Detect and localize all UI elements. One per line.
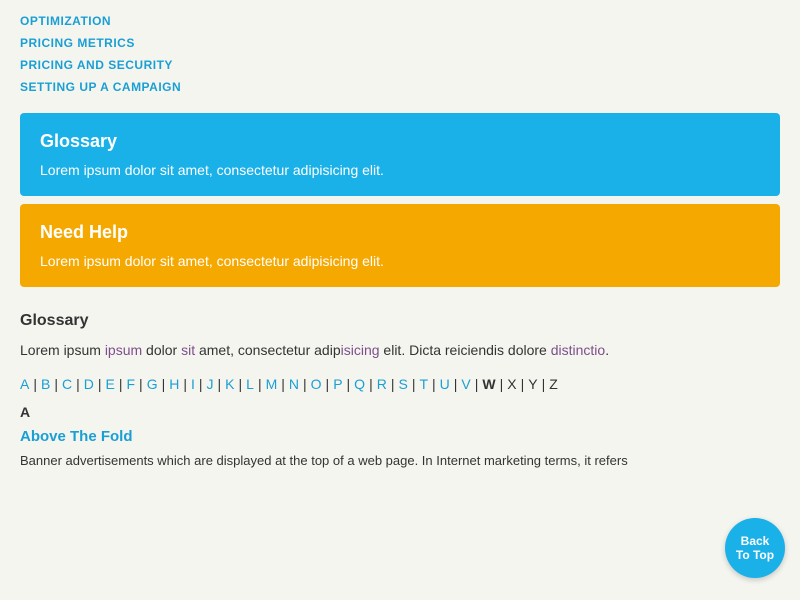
glossary-desc-word3: isicing xyxy=(341,342,380,358)
alpha-a[interactable]: A xyxy=(20,376,29,392)
alpha-o[interactable]: O xyxy=(311,376,322,392)
alpha-s[interactable]: S xyxy=(398,376,407,392)
alpha-j[interactable]: J xyxy=(207,376,214,392)
alpha-f[interactable]: F xyxy=(126,376,135,392)
need-help-card-title: Need Help xyxy=(40,222,760,243)
alpha-x: X xyxy=(507,376,516,392)
alpha-w[interactable]: W xyxy=(482,376,495,392)
nav-link-pricing-metrics[interactable]: PRICING METRICS xyxy=(20,32,780,54)
cards-section: Glossary Lorem ipsum dolor sit amet, con… xyxy=(0,103,800,297)
back-to-top-line2: To Top xyxy=(736,548,774,562)
nav-link-campaign[interactable]: SETTING UP A CAMPAIGN xyxy=(20,76,780,98)
alpha-t[interactable]: T xyxy=(419,376,428,392)
alpha-e[interactable]: E xyxy=(106,376,115,392)
glossary-card: Glossary Lorem ipsum dolor sit amet, con… xyxy=(20,113,780,196)
alpha-i[interactable]: I xyxy=(191,376,195,392)
alpha-b[interactable]: B xyxy=(41,376,50,392)
alpha-y: Y xyxy=(528,376,537,392)
back-to-top-line1: Back xyxy=(741,534,770,548)
alpha-u[interactable]: U xyxy=(440,376,450,392)
alpha-r[interactable]: R xyxy=(377,376,387,392)
nav-link-pricing-security[interactable]: PRICING AND SECURITY xyxy=(20,54,780,76)
glossary-section: Glossary Lorem ipsum ipsum dolor sit ame… xyxy=(0,297,800,471)
alpha-n[interactable]: N xyxy=(289,376,299,392)
alpha-k[interactable]: K xyxy=(225,376,234,392)
alpha-m[interactable]: M xyxy=(266,376,278,392)
glossary-description: Lorem ipsum ipsum dolor sit amet, consec… xyxy=(20,340,780,361)
alpha-l[interactable]: L xyxy=(246,376,254,392)
need-help-card: Need Help Lorem ipsum dolor sit amet, co… xyxy=(20,204,780,287)
alpha-d[interactable]: D xyxy=(84,376,94,392)
glossary-current-letter: A xyxy=(20,404,780,420)
alphabet-nav: A | B | C | D | E | F | G | H | I | J | … xyxy=(20,376,780,392)
glossary-desc-word1: ipsum xyxy=(105,342,142,358)
nav-links: OPTIMIZATION PRICING METRICS PRICING AND… xyxy=(0,0,800,103)
need-help-card-text: Lorem ipsum dolor sit amet, consectetur … xyxy=(40,253,760,269)
alpha-g[interactable]: G xyxy=(147,376,158,392)
alpha-h[interactable]: H xyxy=(169,376,179,392)
alpha-p[interactable]: P xyxy=(333,376,342,392)
alpha-v[interactable]: V xyxy=(461,376,470,392)
glossary-term-definition: Banner advertisements which are displaye… xyxy=(20,451,780,471)
glossary-term-title[interactable]: Above The Fold xyxy=(20,428,780,445)
glossary-desc-word4: distinctio xyxy=(551,342,605,358)
nav-link-optimization[interactable]: OPTIMIZATION xyxy=(20,10,780,32)
back-to-top-button[interactable]: Back To Top xyxy=(725,518,785,578)
glossary-section-title: Glossary xyxy=(20,312,780,330)
alpha-c[interactable]: C xyxy=(62,376,72,392)
glossary-desc-word2: sit xyxy=(181,342,195,358)
glossary-card-title: Glossary xyxy=(40,131,760,152)
alpha-q[interactable]: Q xyxy=(354,376,365,392)
alpha-z: Z xyxy=(549,376,558,392)
glossary-card-text: Lorem ipsum dolor sit amet, consectetur … xyxy=(40,162,760,178)
